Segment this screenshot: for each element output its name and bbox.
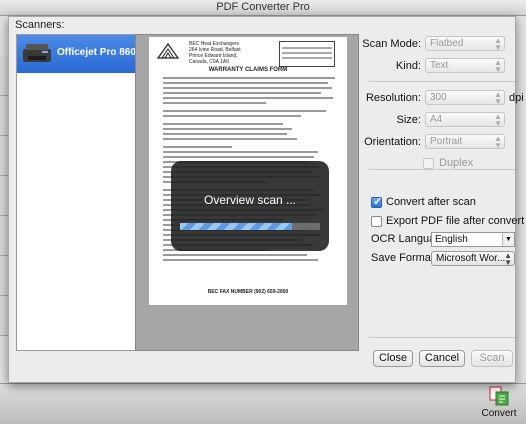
stepper-arrows-icon: ▲ ▼ xyxy=(494,134,502,150)
duplex-checkbox[interactable] xyxy=(423,158,434,169)
settings-separator xyxy=(369,337,515,338)
scanner-name: Officejet Pro 8600 xyxy=(57,47,142,58)
scan-mode-row: Scan Mode: Flatbed ▲ ▼ xyxy=(361,34,513,54)
scanner-list[interactable]: Officejet Pro 8600 xyxy=(16,34,141,351)
orientation-row: Orientation: Portrait ▲ ▼ xyxy=(361,132,513,152)
chevron-down-icon[interactable]: ▼ xyxy=(502,233,514,246)
kind-select[interactable]: Text ▲ ▼ xyxy=(425,58,505,74)
scan-settings: Scan Mode: Flatbed ▲ ▼ Kind: Text ▲ ▼ Resolu… xyxy=(361,34,524,367)
dpi-unit: dpi xyxy=(509,92,524,104)
scan-button[interactable]: Scan xyxy=(471,350,513,367)
convert-icon xyxy=(489,386,509,406)
export-pdf-row: Export PDF file after convert xyxy=(361,212,524,232)
overview-scan-text: Overview scan ... xyxy=(203,193,297,207)
kind-label: Kind: xyxy=(395,60,421,72)
convert-after-scan-label: Convert after scan xyxy=(386,196,476,208)
bottom-toolbar xyxy=(0,383,526,424)
stepper-arrows-icon: ▲ ▼ xyxy=(504,251,512,267)
document-title: WARRANTY CLAIMS FORM xyxy=(208,67,288,73)
cancel-button[interactable]: Cancel xyxy=(419,350,465,367)
orientation-label: Orientation: xyxy=(364,136,421,148)
orientation-select[interactable]: Portrait ▲ ▼ xyxy=(425,134,505,150)
save-format-select[interactable]: Microsoft Wor... ▲ ▼ xyxy=(431,251,515,267)
printer-icon xyxy=(22,41,52,65)
close-button[interactable]: Close xyxy=(373,350,413,367)
export-pdf-checkbox[interactable] xyxy=(371,216,382,227)
convert-label: Convert xyxy=(481,408,517,419)
scan-mode-label: Scan Mode: xyxy=(362,38,421,50)
settings-separator xyxy=(369,169,515,170)
save-format-label: Save Format: xyxy=(371,252,438,264)
convert-after-scan-checkbox[interactable] xyxy=(371,195,382,208)
convert-after-scan-row: Convert after scan xyxy=(361,193,513,213)
duplex-label: Duplex xyxy=(439,157,474,169)
resolution-label: Resolution: xyxy=(365,92,421,104)
resolution-row: Resolution: 300 ▲ ▼ dpi xyxy=(361,88,524,108)
ocr-language-combobox[interactable]: English ▼ xyxy=(431,232,515,247)
scan-progress-bar xyxy=(180,223,320,230)
save-format-row: Save Format: Microsoft Wor... ▲ ▼ xyxy=(361,249,515,269)
stepper-arrows-icon: ▲ ▼ xyxy=(494,90,502,106)
stepper-arrows-icon: ▲ ▼ xyxy=(494,112,502,128)
settings-separator xyxy=(369,81,515,82)
export-pdf-label: Export PDF file after convert xyxy=(386,215,525,227)
convert-button[interactable]: Convert xyxy=(474,386,524,424)
scan-progress-overlay: Overview scan ... xyxy=(171,161,329,251)
size-label: Size: xyxy=(396,114,421,126)
document-header: BEC Heat Exchangers 264 Ivine Road, Belf… xyxy=(189,41,241,65)
resolution-select[interactable]: 300 ▲ ▼ xyxy=(425,90,505,106)
scan-progress-fill xyxy=(180,223,292,230)
size-select[interactable]: A4 ▲ ▼ xyxy=(425,112,505,128)
document-fax: BEC FAX NUMBER (902) 659-2800 xyxy=(207,289,289,295)
scan-mode-select[interactable]: Flatbed ▲ ▼ xyxy=(425,36,505,52)
scanner-item[interactable]: Officejet Pro 8600 xyxy=(17,35,141,73)
document-office-box xyxy=(279,41,335,67)
duplex-row: Duplex xyxy=(361,153,513,173)
document-address-3: Canada, C0A 1A0 xyxy=(189,59,230,65)
size-row: Size: A4 ▲ ▼ xyxy=(361,110,513,130)
stepper-arrows-icon: ▲ ▼ xyxy=(494,36,502,52)
window-title: PDF Converter Pro xyxy=(0,0,526,16)
scanners-label: Scanners: xyxy=(15,19,65,31)
company-logo-icon xyxy=(156,42,180,59)
scan-preview: BEC Heat Exchangers 264 Ivine Road, Belf… xyxy=(135,34,359,351)
ocr-language-row: OCR Languae: English ▼ xyxy=(361,230,515,250)
kind-row: Kind: Text ▲ ▼ xyxy=(361,56,513,76)
stepper-arrows-icon: ▲ ▼ xyxy=(494,58,502,74)
scan-sheet: Scanners: Officejet Pro 8600 BEC Heat Ex… xyxy=(8,16,524,383)
